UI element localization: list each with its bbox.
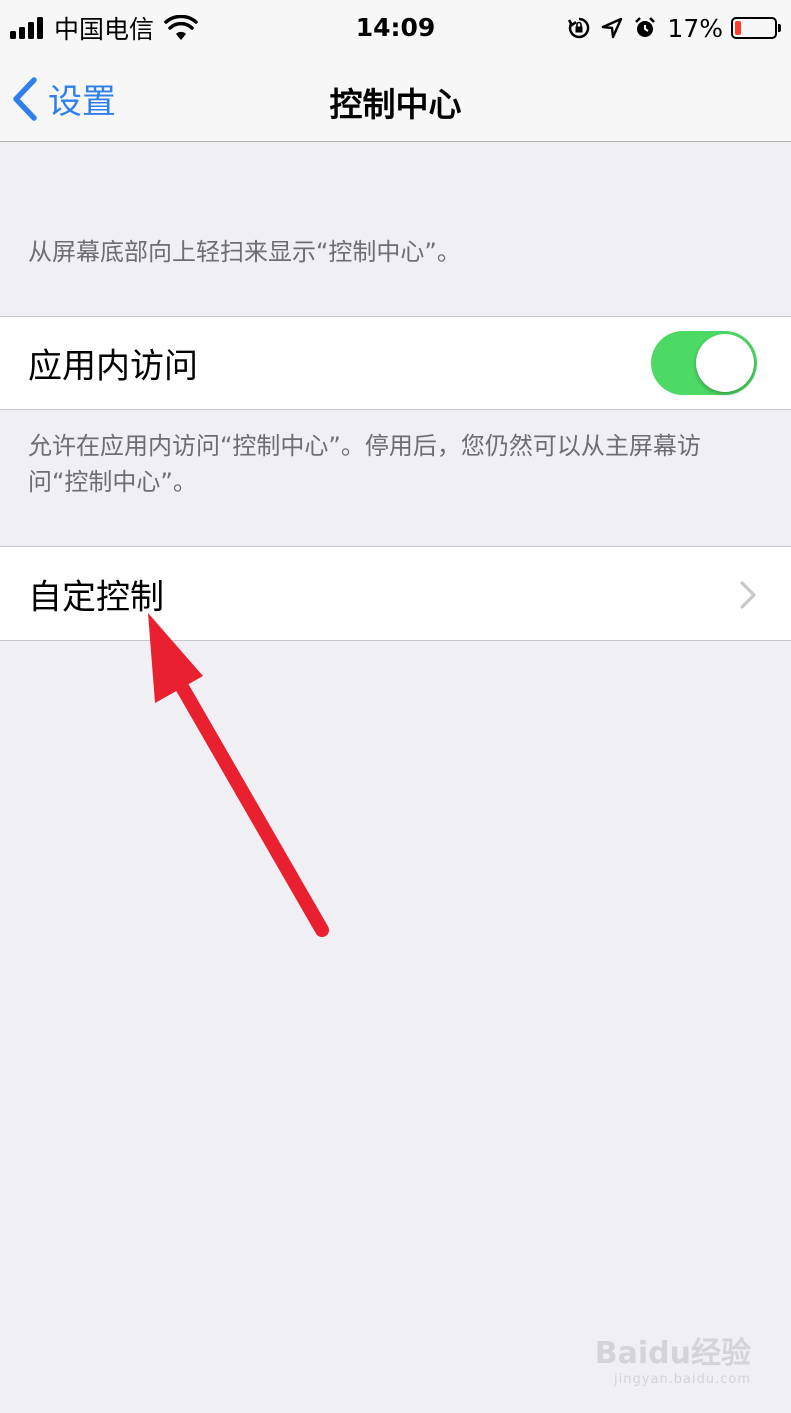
customize-controls-cell[interactable]: 自定控制: [0, 546, 791, 641]
toggle-knob: [696, 334, 754, 392]
battery-percent: 17%: [667, 13, 723, 43]
battery-fill: [735, 21, 741, 35]
status-right: 17%: [567, 10, 781, 46]
alarm-icon: [635, 17, 656, 37]
battery-icon: [731, 17, 781, 39]
annotation-arrow: [148, 613, 329, 937]
status-bar: 中国电信 14:09 17%: [0, 0, 791, 56]
in-app-access-cell: 应用内访问: [0, 316, 791, 410]
in-app-access-label: 应用内访问: [28, 346, 198, 387]
watermark-url: jingyan.baidu.com: [614, 1372, 751, 1387]
page-title: 控制中心: [329, 85, 462, 124]
customize-controls-label: 自定控制: [28, 577, 164, 617]
navigation-bar: 设置 控制中心: [0, 56, 791, 142]
watermark: Baidu经验 jingyan.baidu.com: [595, 1328, 751, 1387]
location-icon: [602, 17, 623, 39]
in-app-access-toggle[interactable]: [651, 331, 757, 395]
section-header-text: 从屏幕底部向上轻扫来显示“控制中心”。: [28, 238, 461, 266]
in-app-access-footer: 允许在应用内访问“控制中心”。停用后，您仍然可以从主屏幕访问“控制中心”。: [28, 432, 701, 496]
chevron-right-icon: [740, 581, 756, 609]
watermark-logo: Baidu经验: [594, 1336, 751, 1371]
orientation-lock-icon: [568, 17, 590, 39]
